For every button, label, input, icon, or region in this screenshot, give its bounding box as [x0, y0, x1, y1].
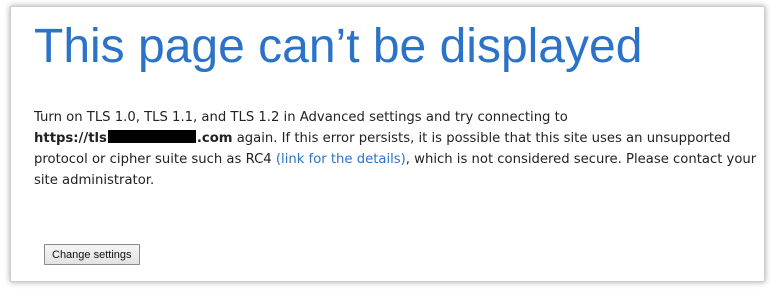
- change-settings-button[interactable]: Change settings: [44, 244, 140, 265]
- site-url-prefix: https://tls: [34, 131, 107, 146]
- message-intro: Turn on TLS 1.0, TLS 1.1, and TLS 1.2 in…: [34, 110, 568, 125]
- details-link[interactable]: (link for the details): [276, 152, 406, 167]
- error-page-frame: This page can’t be displayed Turn on TLS…: [10, 6, 765, 282]
- redaction-bar: [107, 130, 196, 143]
- site-url-suffix: .com: [196, 131, 233, 146]
- site-url: https://tls .com: [34, 130, 233, 146]
- page-title: This page can’t be displayed: [34, 20, 643, 73]
- error-message: Turn on TLS 1.0, TLS 1.1, and TLS 1.2 in…: [34, 107, 759, 191]
